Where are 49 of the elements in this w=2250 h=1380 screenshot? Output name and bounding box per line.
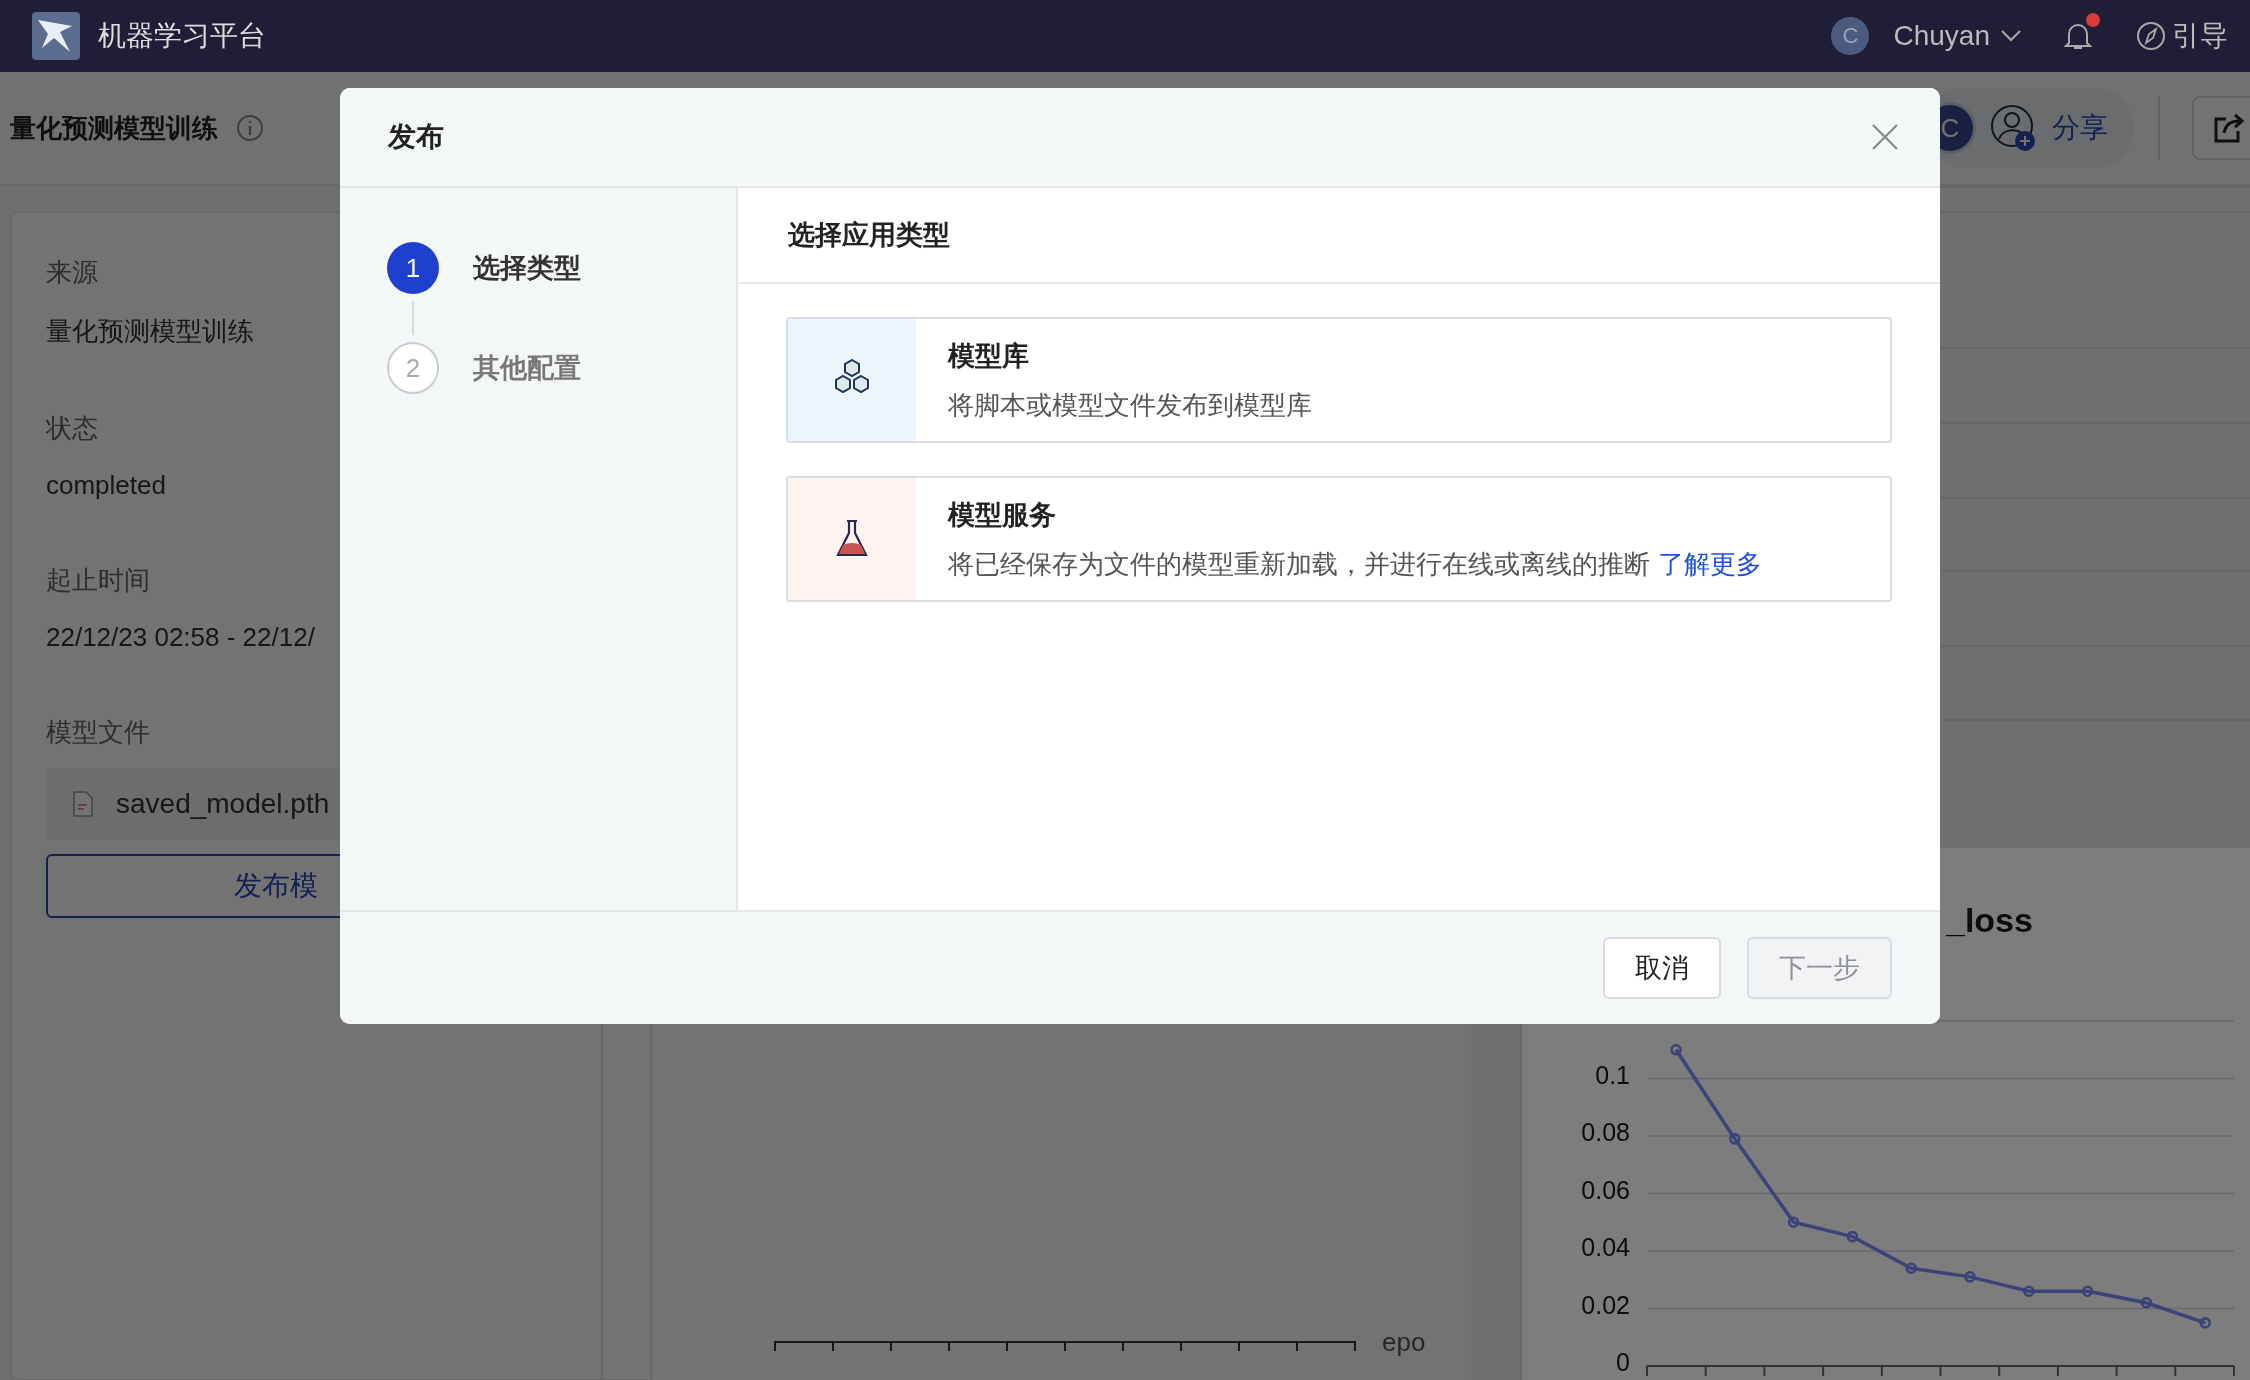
bell-icon[interactable] xyxy=(2064,21,2092,51)
step-number: 1 xyxy=(387,242,439,294)
logo-icon[interactable] xyxy=(32,12,80,60)
dialog-title: 发布 xyxy=(388,120,444,154)
axis-label: epo xyxy=(1382,1327,1426,1357)
option-title: 模型库 xyxy=(948,339,1030,373)
axis-tick-label: 0 xyxy=(1616,1348,1630,1376)
export-button[interactable] xyxy=(2192,96,2250,160)
file-icon xyxy=(72,791,94,817)
add-user-icon xyxy=(1990,104,2038,152)
cubes-icon xyxy=(835,358,869,394)
field-label: 来源 xyxy=(46,256,98,289)
page-title: 量化预测模型训练 xyxy=(10,111,218,145)
option-description: 将脚本或模型文件发布到模型库 xyxy=(948,388,1312,422)
field-label: 状态 xyxy=(46,412,98,445)
axis-tick-label: 0.04 xyxy=(1581,1233,1630,1261)
flask-icon xyxy=(836,519,868,557)
step-label: 选择类型 xyxy=(473,252,581,285)
field-label: 模型文件 xyxy=(46,716,150,749)
compass-icon[interactable] xyxy=(2136,21,2166,51)
file-name: saved_model.pth xyxy=(116,788,330,820)
field-label: 起止时间 xyxy=(46,564,150,597)
user-name[interactable]: Chuyan xyxy=(1893,20,1990,52)
guide-link[interactable]: 引导 xyxy=(2172,17,2228,55)
close-icon xyxy=(1870,122,1900,152)
axis-tick-label: 0.06 xyxy=(1581,1175,1630,1204)
cancel-button[interactable]: 取消 xyxy=(1603,937,1721,999)
info-icon[interactable] xyxy=(236,114,264,142)
step-item[interactable]: 2 其他配置 xyxy=(387,342,581,394)
learn-more-link[interactable]: 了解更多 xyxy=(1658,548,1762,579)
step-label: 其他配置 xyxy=(473,352,581,385)
export-icon xyxy=(2212,111,2246,145)
option-card[interactable]: 模型服务 将已经保存为文件的模型重新加载，并进行在线或离线的推断 了解更多 xyxy=(786,476,1892,602)
axis-tick-label: 0.02 xyxy=(1581,1290,1630,1319)
section-title: 选择应用类型 xyxy=(738,188,1940,284)
field-value: 量化预测模型训练 xyxy=(46,315,254,348)
option-card[interactable]: 模型库 将脚本或模型文件发布到模型库 xyxy=(786,317,1892,443)
chevron-down-icon[interactable] xyxy=(2000,29,2022,43)
axis-tick-label: 0.08 xyxy=(1581,1118,1630,1146)
option-description: 将已经保存为文件的模型重新加载，并进行在线或离线的推断 了解更多 xyxy=(948,547,1762,581)
step-number: 2 xyxy=(387,342,439,394)
chart-title: _loss xyxy=(1946,900,2033,940)
step-item[interactable]: 1 选择类型 xyxy=(387,242,581,294)
field-value: 22/12/23 02:58 - 22/12/ xyxy=(46,622,315,653)
app-title: 机器学习平台 xyxy=(98,19,266,53)
field-value: completed xyxy=(46,470,166,501)
close-button[interactable] xyxy=(1870,122,1900,152)
axis-tick-label: 0.1 xyxy=(1595,1060,1630,1089)
option-title: 模型服务 xyxy=(948,498,1057,532)
